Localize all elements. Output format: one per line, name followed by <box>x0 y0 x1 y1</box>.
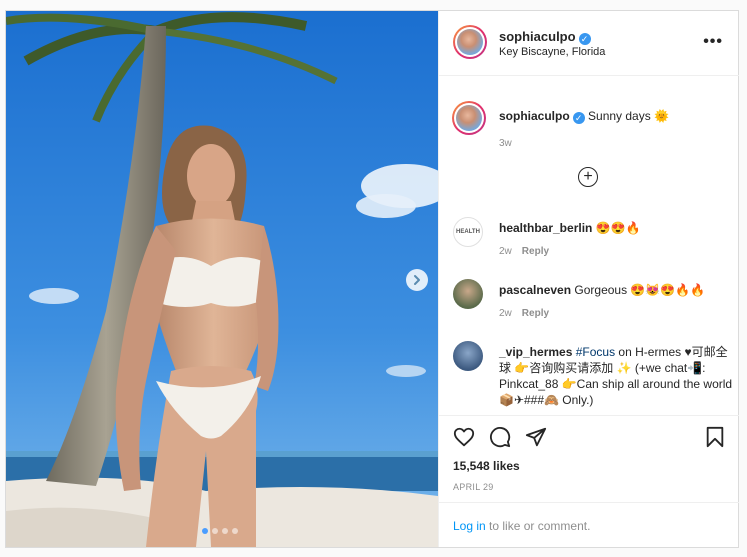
likes-count[interactable]: 15,548 likes <box>453 459 520 473</box>
post-card: sophiaculpo ✓ Key Biscayne, Florida ••• s… <box>5 10 739 548</box>
verified-badge-icon: ✓ <box>572 112 585 124</box>
avatar[interactable] <box>453 25 487 59</box>
comment-username[interactable]: pascalneven <box>499 283 571 297</box>
post-header: sophiaculpo ✓ Key Biscayne, Florida ••• <box>439 11 739 76</box>
comment-text: Gorgeous 😍😻😍🔥🔥 <box>574 283 706 297</box>
post-photo[interactable] <box>6 11 438 547</box>
comment-username[interactable]: _vip_hermes <box>499 345 572 359</box>
more-options-button[interactable]: ••• <box>703 33 723 51</box>
heart-icon[interactable] <box>453 426 475 448</box>
carousel-dot <box>202 528 208 534</box>
comment-text: 😍😍🔥 <box>595 221 641 235</box>
post-location[interactable]: Key Biscayne, Florida <box>499 46 605 58</box>
login-link[interactable]: Log in <box>453 519 486 533</box>
comment-time: 2w <box>499 246 512 257</box>
caption-username[interactable]: sophiaculpo <box>499 109 570 123</box>
reply-button[interactable]: Reply <box>522 308 549 319</box>
carousel-dot <box>222 528 228 534</box>
action-icons <box>453 426 725 452</box>
avatar[interactable] <box>453 279 483 309</box>
share-icon[interactable] <box>525 426 547 448</box>
carousel-indicator <box>202 528 238 534</box>
comment-time: 2w <box>499 308 512 319</box>
comment-icon[interactable] <box>489 426 511 448</box>
next-photo-button[interactable] <box>406 269 428 291</box>
chevron-right-icon <box>414 275 420 285</box>
load-more-comments-button[interactable]: + <box>578 167 598 187</box>
post-author-username[interactable]: sophiaculpo <box>499 29 576 44</box>
save-bookmark-icon[interactable] <box>705 426 725 448</box>
reply-button[interactable]: Reply <box>522 246 549 257</box>
avatar[interactable] <box>453 341 483 371</box>
post-side-panel: sophiaculpo ✓ Key Biscayne, Florida ••• s… <box>438 11 739 548</box>
comment-username[interactable]: healthbar_berlin <box>499 221 592 235</box>
caption-text: Sunny days 🌞 <box>588 109 669 123</box>
caption-time: 3w <box>499 138 512 149</box>
login-prompt: Log in to like or comment. <box>439 502 739 549</box>
comments-list[interactable]: sophiaculpo ✓ Sunny days 🌞 3w + HEALTH he… <box>439 75 739 415</box>
comment-hashtag[interactable]: #Focus <box>576 345 615 359</box>
verified-badge-icon: ✓ <box>578 33 591 45</box>
avatar[interactable] <box>452 101 486 135</box>
beach-photo <box>6 11 438 547</box>
carousel-dot <box>232 528 238 534</box>
post-date: APRIL 29 <box>453 482 494 492</box>
login-prompt-text: to like or comment. <box>485 519 591 533</box>
post-actions: 15,548 likes APRIL 29 Log in to like or … <box>439 415 739 548</box>
carousel-dot <box>212 528 218 534</box>
avatar[interactable]: HEALTH <box>453 217 483 247</box>
